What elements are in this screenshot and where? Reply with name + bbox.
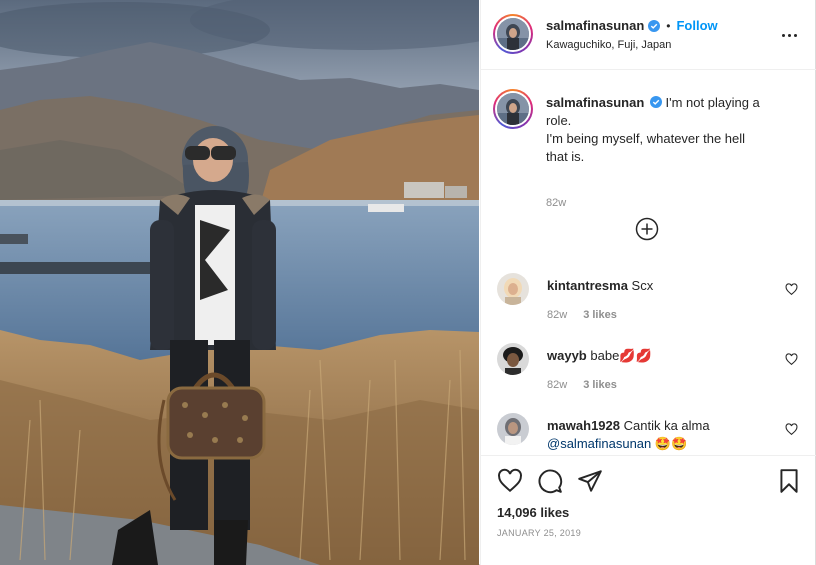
- heart-outline-icon[interactable]: [785, 283, 798, 296]
- post-date[interactable]: JANUARY 25, 2019: [497, 528, 581, 538]
- plus-circle-icon[interactable]: [635, 217, 659, 241]
- post-sidebar: salmafinasunan • Follow Kawaguchiko, Fuj…: [480, 0, 816, 565]
- comment-text: kintantresma Scx: [547, 277, 767, 295]
- commenter-avatar[interactable]: [497, 413, 529, 445]
- comment-username[interactable]: wayyb: [547, 348, 587, 363]
- verified-badge-icon: [649, 95, 662, 108]
- author-username[interactable]: salmafinasunan: [546, 18, 644, 33]
- comment-meta: 82w 3 likes: [547, 309, 617, 321]
- post-dialog: salmafinasunan • Follow Kawaguchiko, Fuj…: [0, 0, 816, 565]
- commenter-avatar[interactable]: [497, 273, 529, 305]
- caption-timestamp[interactable]: 82w: [546, 197, 566, 209]
- comment-time[interactable]: 82w: [547, 379, 567, 391]
- comment-item: mawah1928 Cantik ka alma @salmafinasunan…: [497, 413, 802, 455]
- likes-count[interactable]: 14,096 likes: [497, 505, 569, 520]
- author-line: salmafinasunan • Follow: [546, 18, 718, 33]
- comment-text: wayyb babe💋💋: [547, 347, 767, 365]
- author-avatar-image: [497, 18, 529, 50]
- separator-dot: •: [666, 18, 671, 33]
- post-photo[interactable]: [0, 0, 479, 565]
- comment-emoji: 🤩🤩: [654, 436, 688, 451]
- more-options-icon[interactable]: [782, 28, 798, 42]
- post-header: salmafinasunan • Follow Kawaguchiko, Fuj…: [481, 0, 816, 70]
- speech-bubble-icon[interactable]: [537, 468, 563, 494]
- comment-meta: 82w 3 likes: [547, 379, 617, 391]
- paper-plane-icon[interactable]: [577, 468, 603, 494]
- comment-likes[interactable]: 3 likes: [583, 379, 617, 391]
- caption-line-3: that is.: [546, 149, 585, 164]
- caption-avatar-image: [497, 93, 529, 125]
- comment-mention[interactable]: @salmafinasunan: [547, 436, 651, 451]
- comments-scroll-area[interactable]: salmafinasunan I'm not playing a role. I…: [481, 71, 816, 455]
- comment-body: Cantik ka alma: [623, 418, 710, 433]
- comment-body: babe💋💋: [590, 348, 652, 363]
- commenter-avatar[interactable]: [497, 343, 529, 375]
- comment-item: wayyb babe💋💋 82w 3 likes: [497, 343, 802, 405]
- caption-text: salmafinasunan I'm not playing a role. I…: [546, 94, 786, 166]
- comment-username[interactable]: mawah1928: [547, 418, 620, 433]
- comment-item: kintantresma Scx 82w 3 likes: [497, 273, 802, 335]
- post-image: [0, 0, 479, 565]
- heart-outline-icon[interactable]: [785, 423, 798, 436]
- comment-username[interactable]: kintantresma: [547, 278, 628, 293]
- follow-button[interactable]: Follow: [676, 18, 717, 33]
- caption-line-2: I'm being myself, whatever the hell: [546, 131, 746, 146]
- caption-author-avatar[interactable]: [493, 89, 533, 129]
- verified-badge-icon: [648, 19, 661, 32]
- comment-likes[interactable]: 3 likes: [583, 309, 617, 321]
- bookmark-icon[interactable]: [776, 468, 802, 494]
- heart-outline-icon[interactable]: [785, 353, 798, 366]
- comment-time[interactable]: 82w: [547, 309, 567, 321]
- comment-text: mawah1928 Cantik ka alma @salmafinasunan…: [547, 417, 767, 453]
- author-avatar[interactable]: [493, 14, 533, 54]
- post-location[interactable]: Kawaguchiko, Fuji, Japan: [546, 39, 671, 51]
- like-heart-icon[interactable]: [497, 468, 523, 494]
- comment-body: Scx: [631, 278, 654, 293]
- post-actions: 14,096 likes JANUARY 25, 2019: [481, 455, 816, 565]
- caption-username[interactable]: salmafinasunan: [546, 95, 644, 110]
